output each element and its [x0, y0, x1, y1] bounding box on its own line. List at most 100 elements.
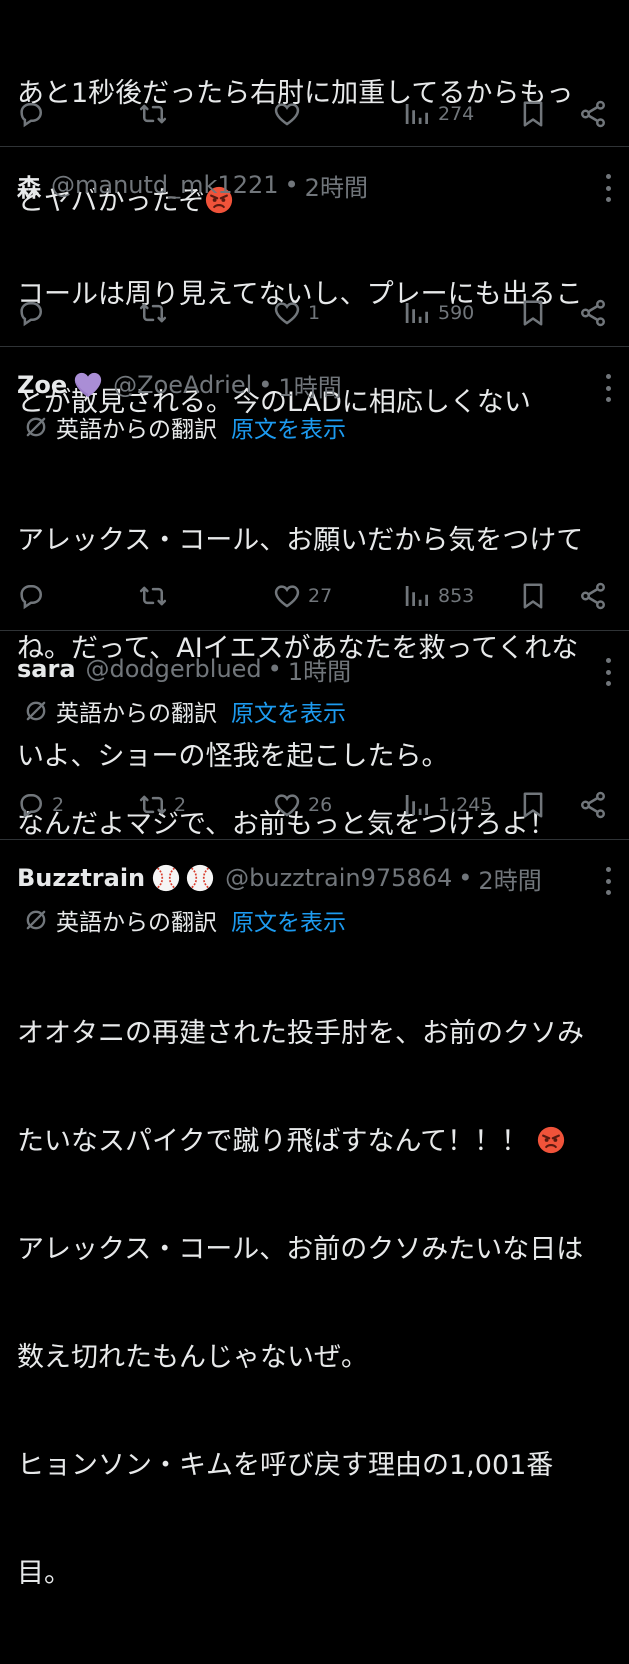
share-button[interactable]: [578, 576, 608, 616]
reply-button[interactable]: [16, 576, 52, 616]
timestamp[interactable]: 2時間: [305, 168, 368, 203]
tweet-text-line: 数え切れたもんじゃないぜ。: [17, 1342, 368, 1373]
translated-from-label: 英語からの翻訳: [56, 417, 217, 443]
like-button[interactable]: 27: [272, 576, 332, 616]
tweet-card[interactable]: あと1秒後だったら右肘に加重してるからもっ とヤバかったぞ 274: [0, 0, 629, 217]
tweet-card[interactable]: Zoe @ZoeAdriel • 1時間 英語からの翻訳 原文を表示 アレックス…: [0, 347, 629, 772]
share-button[interactable]: [578, 785, 608, 825]
tweet-card[interactable]: 森 @manutd_mk1221 • 2時間 コールは周り見えてないし、プレーに…: [0, 147, 629, 418]
views-chart-icon: [402, 581, 432, 611]
display-name[interactable]: Zoe: [17, 371, 67, 399]
user-handle[interactable]: @manutd_mk1221: [51, 171, 279, 199]
like-button[interactable]: [272, 94, 308, 134]
translate-icon: [22, 697, 50, 725]
reply-icon: [16, 298, 46, 328]
show-original-link[interactable]: 原文を表示: [231, 410, 346, 444]
translate-icon: [22, 413, 50, 441]
translation-notice: 英語からの翻訳 原文を表示: [22, 695, 346, 727]
like-button[interactable]: 26: [272, 785, 332, 825]
timestamp[interactable]: 1時間: [278, 368, 341, 403]
more-options-icon[interactable]: [605, 174, 611, 202]
reply-count: 2: [52, 794, 65, 816]
tweet-actions: 1 590: [0, 293, 629, 333]
angry-face-emoji-icon: [537, 1126, 565, 1154]
bookmark-button[interactable]: [518, 785, 548, 825]
tweet-text-line: アレックス・コール、お前のクソみたいな日は: [17, 1234, 584, 1265]
bookmark-icon: [518, 581, 548, 611]
display-name[interactable]: 森: [17, 168, 41, 203]
bookmark-icon: [518, 99, 548, 129]
like-count: 1: [308, 302, 321, 324]
retweet-icon: [138, 298, 168, 328]
heart-icon: [272, 581, 302, 611]
display-name[interactable]: Buzztrain: [17, 864, 145, 892]
reply-button[interactable]: 2: [16, 785, 64, 825]
tweet-header: sara @dodgerblued • 1時間: [17, 651, 609, 687]
views-button[interactable]: 1,245: [402, 785, 492, 825]
share-button[interactable]: [578, 293, 608, 333]
retweet-count: 2: [174, 794, 187, 816]
more-options-icon[interactable]: [605, 374, 611, 402]
retweet-button[interactable]: [138, 576, 174, 616]
translation-notice: 英語からの翻訳 原文を表示: [22, 411, 346, 443]
more-options-icon[interactable]: [605, 867, 611, 895]
tweet-card[interactable]: Buzztrain @buzztrain975864 • 2時間 英語からの翻訳…: [0, 840, 629, 1589]
timestamp[interactable]: 2時間: [478, 861, 541, 896]
share-icon: [578, 298, 608, 328]
tweet-text-line: 目。: [17, 1558, 71, 1589]
retweet-button[interactable]: [138, 293, 174, 333]
bookmark-icon: [518, 298, 548, 328]
retweet-button[interactable]: 2: [138, 785, 186, 825]
share-button[interactable]: [578, 94, 608, 134]
share-icon: [578, 99, 608, 129]
purple-heart-icon: [73, 370, 103, 400]
display-name[interactable]: sara: [17, 655, 76, 683]
view-count: 853: [438, 585, 475, 607]
reply-button[interactable]: [16, 94, 52, 134]
tweet-header: Buzztrain @buzztrain975864 • 2時間: [17, 860, 609, 896]
share-icon: [578, 790, 608, 820]
separator-dot: •: [458, 864, 473, 892]
tweet-card[interactable]: sara @dodgerblued • 1時間 英語からの翻訳 原文を表示 なん…: [0, 631, 629, 840]
like-button[interactable]: 1: [272, 293, 320, 333]
views-button[interactable]: 853: [402, 576, 474, 616]
tweet-text: オオタニの再建された投手肘を、お前のクソみ たいなスパイクで蹴り飛ばすなんて！！…: [17, 944, 609, 1664]
translate-icon: [22, 906, 50, 934]
tweet-actions: 27 853: [0, 576, 629, 616]
share-icon: [578, 581, 608, 611]
show-original-link[interactable]: 原文を表示: [231, 694, 346, 728]
bookmark-icon: [518, 790, 548, 820]
separator-dot: •: [267, 655, 282, 683]
translated-from-label: 英語からの翻訳: [56, 910, 217, 936]
heart-icon: [272, 99, 302, 129]
translation-notice: 英語からの翻訳 原文を表示: [22, 904, 346, 936]
tweet-actions: 2 2 26 1,245: [0, 785, 629, 825]
tweet-header: Zoe @ZoeAdriel • 1時間: [17, 367, 609, 403]
heart-icon: [272, 790, 302, 820]
reply-icon: [16, 790, 46, 820]
views-chart-icon: [402, 99, 432, 129]
views-button[interactable]: 590: [402, 293, 474, 333]
bookmark-button[interactable]: [518, 576, 548, 616]
retweet-icon: [138, 99, 168, 129]
view-count: 274: [438, 103, 475, 125]
retweet-button[interactable]: [138, 94, 174, 134]
user-handle[interactable]: @ZoeAdriel: [113, 371, 252, 399]
bookmark-button[interactable]: [518, 293, 548, 333]
tweet-text-line: たいなスパイクで蹴り飛ばすなんて！！！: [17, 1126, 529, 1157]
user-handle[interactable]: @buzztrain975864: [225, 864, 452, 892]
reply-button[interactable]: [16, 293, 52, 333]
timestamp[interactable]: 1時間: [288, 652, 351, 687]
tweet-text-line: アレックス・コール、お願いだから気をつけて: [17, 525, 584, 556]
user-handle[interactable]: @dodgerblued: [86, 655, 262, 683]
retweet-icon: [138, 790, 168, 820]
views-button[interactable]: 274: [402, 94, 474, 134]
show-original-link[interactable]: 原文を表示: [231, 903, 346, 937]
heart-icon: [272, 298, 302, 328]
like-count: 26: [308, 794, 333, 816]
view-count: 590: [438, 302, 475, 324]
bookmark-button[interactable]: [518, 94, 548, 134]
more-options-icon[interactable]: [605, 658, 611, 686]
baseball-icon: [151, 863, 215, 893]
translated-from-label: 英語からの翻訳: [56, 701, 217, 727]
